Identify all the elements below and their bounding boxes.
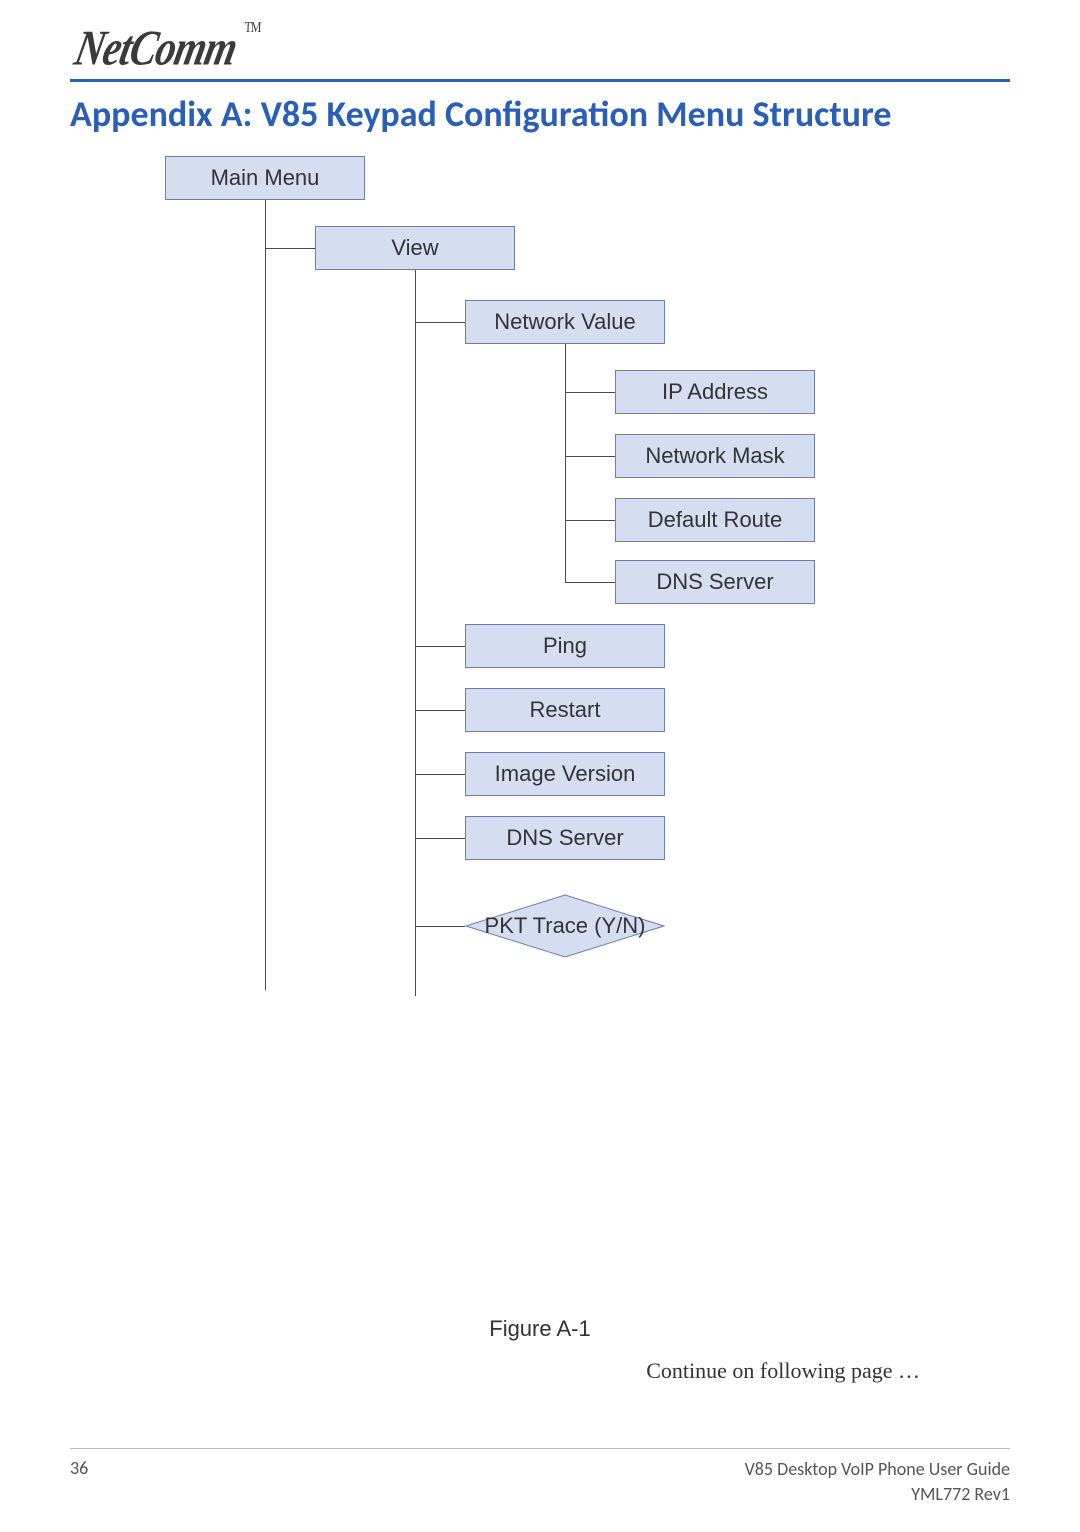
node-view: View [315,226,515,270]
connector-line [565,392,615,393]
node-network-value: Network Value [465,300,665,344]
node-pkt-trace-decision: PKT Trace (Y/N) [465,894,665,958]
figure-caption: Figure A-1 [0,1316,1080,1342]
connector-line [265,248,315,249]
footer-guide-title: V85 Desktop VoIP Phone User Guide [745,1457,1010,1481]
header-rule [70,79,1010,82]
document-page: NetCommTM Appendix A: V85 Keypad Configu… [0,0,1080,1532]
footer-revision: YML772 Rev1 [745,1482,1010,1506]
connector-line [565,582,615,583]
node-dns-server-view: DNS Server [465,816,665,860]
pkt-trace-label: PKT Trace (Y/N) [465,913,665,939]
node-default-route: Default Route [615,498,815,542]
connector-line [415,322,465,323]
node-network-mask: Network Mask [615,434,815,478]
node-dns-server-leaf: DNS Server [615,560,815,604]
node-ip-address: IP Address [615,370,815,414]
node-main-menu: Main Menu [165,156,365,200]
node-restart: Restart [465,688,665,732]
node-ping: Ping [465,624,665,668]
trademark-text: TM [244,18,261,37]
page-number: 36 [70,1457,88,1479]
connector-line [565,520,615,521]
connector-line [265,200,266,990]
connector-line [415,270,416,996]
brand-header: NetCommTM [70,30,1010,77]
footer-right: V85 Desktop VoIP Phone User Guide YML772… [745,1457,1010,1506]
brand-text: NetComm [70,20,242,76]
continue-note: Continue on following page … [646,1358,920,1384]
connector-line [415,710,465,711]
netcomm-logo: NetCommTM [70,18,262,77]
node-image-version: Image Version [465,752,665,796]
connector-line [565,344,566,582]
menu-structure-diagram: Main Menu View Network Value IP Address … [70,156,1010,1086]
connector-line [565,456,615,457]
connector-line [415,774,465,775]
page-footer: 36 V85 Desktop VoIP Phone User Guide YML… [70,1448,1010,1506]
connector-line [415,838,465,839]
connector-line [415,646,465,647]
page-title: Appendix A: V85 Keypad Configuration Men… [70,92,1010,136]
connector-line [415,926,465,927]
